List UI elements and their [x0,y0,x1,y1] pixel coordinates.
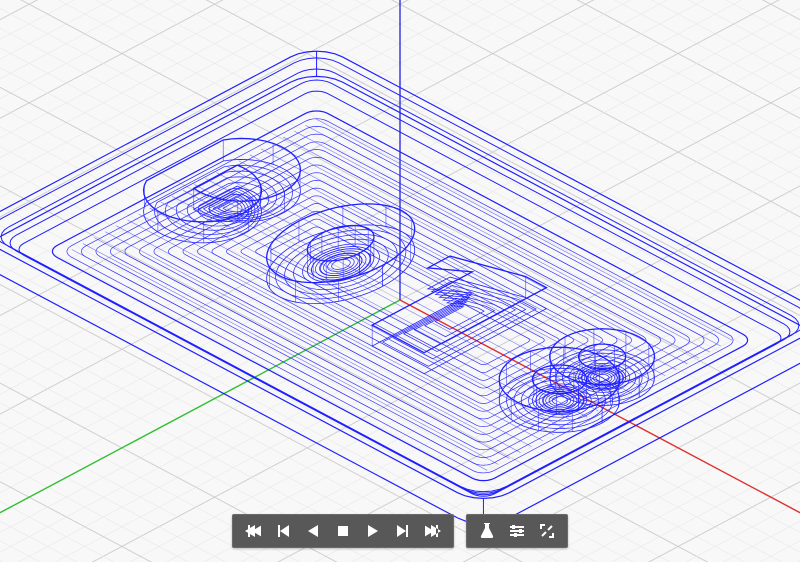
step-fwd-button[interactable] [389,519,417,543]
flask-icon [480,523,494,539]
expand-button[interactable] [533,519,561,543]
sliders-icon [509,524,525,538]
settings-button[interactable] [503,519,531,543]
toolpath-viewport[interactable] [0,0,800,562]
play-back-button[interactable] [299,519,327,543]
play-button[interactable] [359,519,387,543]
playback-toolbar [232,514,454,548]
skip-start-button[interactable] [239,519,267,543]
play-reverse-icon [307,524,319,538]
step-back-button[interactable] [269,519,297,543]
skip-end-button[interactable] [419,519,447,543]
simulate-button[interactable] [473,519,501,543]
skip-start-icon [245,524,261,538]
step-forward-icon [396,524,410,538]
stop-icon [337,525,349,537]
bottom-toolbar-container [232,514,568,548]
play-icon [367,524,379,538]
scene-canvas [0,0,800,562]
expand-icon [540,524,554,538]
skip-end-icon [425,524,441,538]
tools-toolbar [466,514,568,548]
step-back-icon [276,524,290,538]
stop-button[interactable] [329,519,357,543]
